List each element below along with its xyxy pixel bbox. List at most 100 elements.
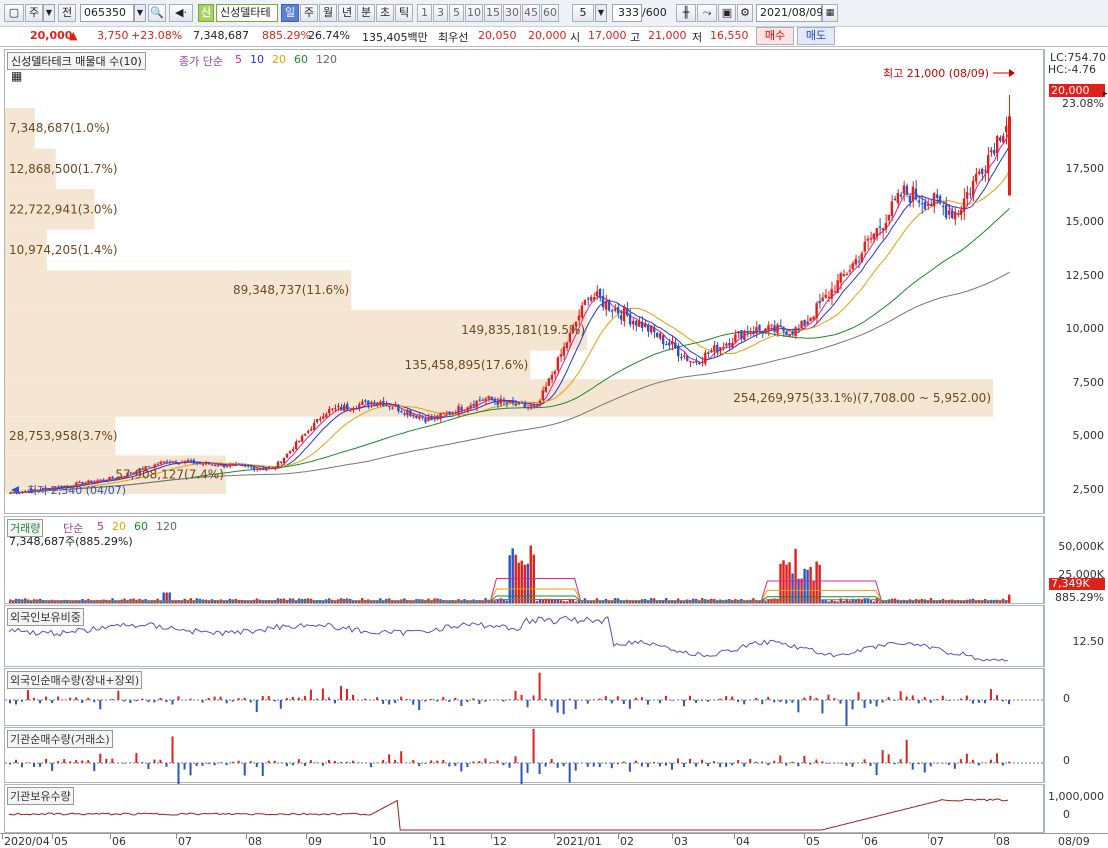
foreign-net-bar	[165, 700, 167, 702]
chart-title[interactable]: 신성델타테크 매물대 수(10)	[7, 52, 146, 70]
inst-net-bar	[882, 750, 884, 763]
candle	[370, 402, 372, 404]
candle	[852, 263, 854, 269]
inst-hold-title[interactable]: 기관보유수량	[7, 787, 74, 805]
gear-icon[interactable]: ⚙	[737, 4, 753, 22]
interval-tab[interactable]: 3	[433, 4, 448, 22]
candle	[337, 406, 339, 407]
candle	[752, 332, 754, 334]
line-chart-icon[interactable]: ⤳	[697, 4, 717, 22]
interval-tab[interactable]: 1	[417, 4, 432, 22]
foreign-net-bar	[521, 695, 523, 700]
ma-period-label[interactable]: 60	[294, 53, 308, 66]
candle	[692, 362, 694, 363]
calendar-icon[interactable]: ▦	[822, 4, 838, 22]
price-chart[interactable]: 7,348,687(1.0%)12,868,500(1.7%)22,722,94…	[5, 50, 1045, 515]
search-icon[interactable]: 🔍	[148, 4, 166, 22]
volume-ma-period-label[interactable]: 120	[156, 520, 177, 533]
sell-button[interactable]: 매도	[797, 27, 835, 45]
candle	[710, 351, 712, 352]
volume-bar	[165, 593, 167, 604]
volume-ma-period-label[interactable]: 60	[134, 520, 148, 533]
volume-ma-period-label[interactable]: 5	[97, 520, 104, 533]
code-input[interactable]: 065350	[80, 4, 134, 22]
inst-hold-chart[interactable]	[5, 785, 1045, 834]
save-icon[interactable]: ▣	[718, 4, 736, 22]
period-tab[interactable]: 틱	[395, 4, 413, 22]
foreign-net-bar	[328, 697, 330, 700]
interval-tab[interactable]: 60	[541, 4, 559, 22]
period-tab[interactable]: 년	[338, 4, 356, 22]
ma-period-label[interactable]: 20	[272, 53, 286, 66]
period-tab[interactable]: 일	[281, 4, 299, 22]
period-tab[interactable]: 주	[300, 4, 318, 22]
mode-select[interactable]: 주	[25, 4, 43, 22]
price-panel[interactable]: 7,348,687(1.0%)12,868,500(1.7%)22,722,94…	[4, 49, 1044, 514]
foreign-net-title[interactable]: 외국인순매수량(장내+장외)	[7, 671, 142, 689]
custom-interval[interactable]: 5	[572, 4, 594, 22]
ma-period-label[interactable]: 5	[235, 53, 242, 66]
interval-tab[interactable]: 5	[449, 4, 464, 22]
foreign-ratio-chart[interactable]	[5, 606, 1045, 668]
volume-bar	[611, 601, 613, 603]
inst-net-bar	[75, 760, 77, 763]
interval-tab[interactable]: 30	[503, 4, 521, 22]
foreign-net-bar	[960, 699, 962, 700]
candle	[328, 409, 330, 413]
foreign-ratio-title[interactable]: 외국인보유비중	[7, 608, 84, 626]
foreign-net-bar	[767, 697, 769, 700]
date-input[interactable]: 2021/08/09	[756, 4, 822, 22]
candle	[334, 408, 336, 409]
interval-tab[interactable]: 15	[484, 4, 502, 22]
candle	[518, 402, 520, 405]
chevron-down-icon[interactable]: ▼	[595, 4, 607, 22]
chevron-down-icon[interactable]: ▼	[134, 4, 146, 22]
period-tab[interactable]: 분	[357, 4, 375, 22]
inst-net-bar	[250, 761, 252, 763]
volume-bar	[117, 601, 119, 603]
ma-period-label[interactable]: 120	[316, 53, 337, 66]
inst-net-title[interactable]: 기관순매수량(거래소)	[7, 730, 113, 748]
candle	[545, 387, 547, 392]
foreign-net-chart[interactable]	[5, 669, 1045, 727]
inst-net-bar	[797, 763, 799, 766]
chevron-right-icon[interactable]: ▸	[1103, 89, 1108, 99]
candle-icon[interactable]: ╫	[676, 4, 696, 22]
candle	[755, 327, 757, 333]
interval-tab[interactable]: 45	[522, 4, 540, 22]
quote-bar: 20,000 ▲ 3,750 +23.08% 7,348,687 885.29%…	[0, 27, 1108, 47]
stock-name-field[interactable]: 신성델타테	[216, 4, 278, 22]
foreign-ratio-panel[interactable]: 외국인보유비중	[4, 605, 1044, 667]
count-input[interactable]: 333	[612, 4, 642, 22]
volume-panel[interactable]: 거래량 단순 52060120 7,348,687주(885.29%)	[4, 516, 1044, 604]
period-tab[interactable]: 월	[319, 4, 337, 22]
price-tick: 15,000	[1066, 215, 1105, 228]
candle	[864, 242, 866, 252]
buy-button[interactable]: 매수	[756, 27, 794, 45]
quote-volume-ratio: 885.29%	[262, 29, 311, 42]
period-tab[interactable]: 초	[376, 4, 394, 22]
inst-net-chart[interactable]	[5, 728, 1045, 784]
candle	[903, 185, 905, 193]
candle	[767, 325, 769, 330]
date-tick	[994, 834, 995, 839]
foreign-net-bar	[436, 700, 438, 702]
volume-ma-period-label[interactable]: 20	[112, 520, 126, 533]
candle	[659, 333, 661, 338]
foreign-net-bar	[839, 700, 841, 704]
ma-period-label[interactable]: 10	[250, 53, 264, 66]
table-icon[interactable]: ▦	[11, 69, 22, 83]
volume-bar	[93, 601, 95, 603]
inst-hold-panel[interactable]: 기관보유수량	[4, 784, 1044, 833]
candle	[361, 401, 363, 404]
foreign-net-bar	[274, 700, 276, 701]
chevron-down-icon[interactable]: ▼	[43, 4, 55, 22]
inst-net-bar	[864, 759, 866, 763]
window-icon[interactable]: ▢	[4, 4, 24, 22]
interval-tab[interactable]: 10	[465, 4, 483, 22]
foreign-net-panel[interactable]: 외국인순매수량(장내+장외)	[4, 668, 1044, 726]
sound-icon[interactable]: ◀·	[169, 4, 193, 22]
candle	[184, 461, 186, 462]
prev-button[interactable]: 전	[58, 4, 76, 22]
inst-net-panel[interactable]: 기관순매수량(거래소)	[4, 727, 1044, 783]
